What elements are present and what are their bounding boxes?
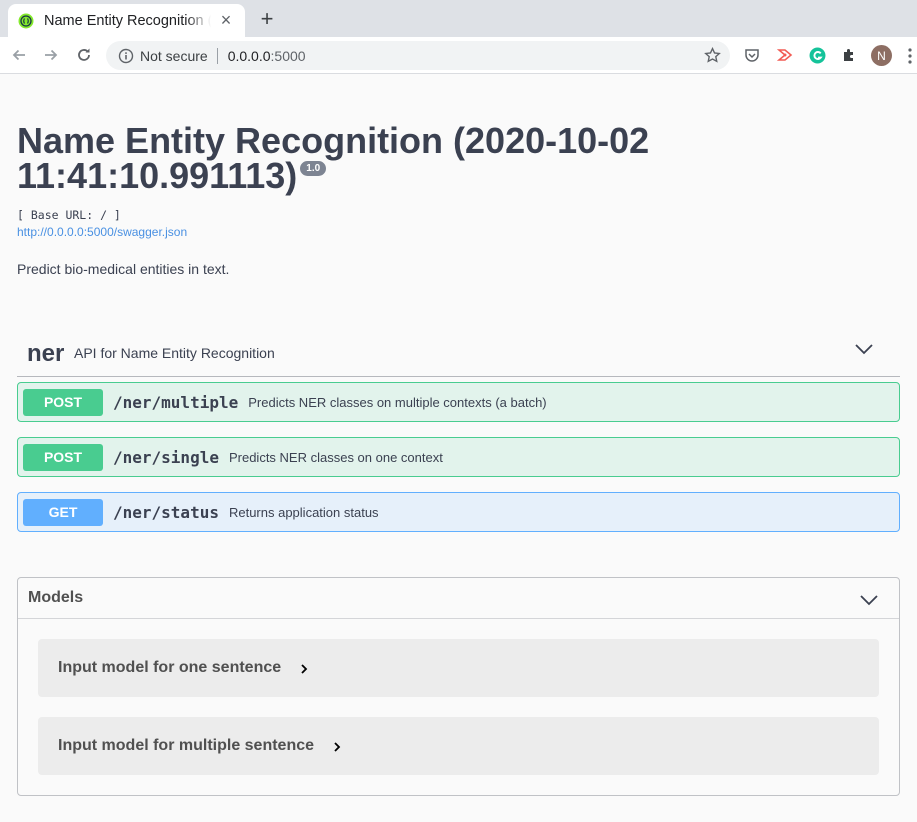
- method-badge[interactable]: GET: [23, 498, 103, 526]
- model-name[interactable]: Input model for one sentence: [58, 659, 281, 677]
- reload-icon[interactable]: [73, 44, 95, 66]
- chevron-right-icon[interactable]: [333, 741, 341, 753]
- url-host: 0.0.0.0: [227, 47, 271, 64]
- operation-path[interactable]: /ner/single: [113, 448, 219, 467]
- pocket-icon[interactable]: [743, 46, 761, 64]
- operation-summary: Predicts NER classes on one context: [228, 449, 443, 465]
- tag-description: API for Name Entity Recognition: [74, 345, 275, 361]
- menu-kebab-icon[interactable]: [907, 47, 913, 65]
- operation-path[interactable]: /ner/status: [113, 503, 219, 522]
- tab-close-icon[interactable]: ×: [217, 10, 235, 30]
- forward-arrow-icon[interactable]: [40, 44, 62, 66]
- api-description: Predict bio-medical entities in text.: [17, 261, 230, 277]
- version-badge: 1.0: [300, 161, 327, 176]
- tag-name[interactable]: ner: [27, 340, 64, 368]
- url-port: :5000: [270, 47, 306, 64]
- model-item[interactable]: Input model for one sentence: [38, 639, 879, 697]
- extensions-puzzle-icon[interactable]: [840, 46, 858, 64]
- address-bar[interactable]: Not secure 0.0.0.0 :5000: [106, 41, 730, 70]
- grammarly-icon[interactable]: [808, 46, 826, 64]
- extension-arrow-icon[interactable]: [776, 46, 794, 64]
- profile-avatar[interactable]: N: [871, 45, 892, 66]
- method-badge[interactable]: POST: [23, 443, 103, 471]
- api-title-text: Name Entity Recognition (2020-10-02 11:4…: [17, 120, 650, 196]
- back-arrow-icon[interactable]: [8, 44, 30, 66]
- operation-path[interactable]: /ner/multiple: [113, 393, 238, 412]
- models-section: Models Input model for one sentence Inpu…: [17, 577, 900, 796]
- method-badge[interactable]: POST: [23, 388, 103, 416]
- chevron-down-icon[interactable]: [854, 342, 874, 356]
- operation-post-ner-multiple[interactable]: POST /ner/multiple Predicts NER classes …: [17, 382, 900, 422]
- chevron-down-icon[interactable]: [859, 593, 879, 607]
- models-header[interactable]: Models: [18, 578, 899, 619]
- browser-toolbar: Not secure 0.0.0.0 :5000 N: [0, 37, 917, 74]
- api-title: Name Entity Recognition (2020-10-02 11:4…: [17, 120, 717, 196]
- chevron-right-icon[interactable]: [300, 663, 308, 675]
- tag-ner-header[interactable]: ner API for Name Entity Recognition: [17, 326, 900, 377]
- bookmark-star-icon[interactable]: [704, 47, 721, 64]
- security-label[interactable]: Not secure: [140, 48, 208, 64]
- operation-get-ner-status[interactable]: GET /ner/status Returns application stat…: [17, 492, 900, 532]
- omnibox-divider: [216, 47, 218, 64]
- operation-summary: Predicts NER classes on multiple context…: [248, 394, 547, 410]
- tab-strip: Name Entity Recognition (2020-10-02 11:4…: [0, 0, 917, 37]
- operation-summary: Returns application status: [228, 504, 379, 520]
- info-icon[interactable]: [118, 48, 134, 64]
- tab-title: Name Entity Recognition (2020-10-02 11:4…: [44, 12, 211, 29]
- globe-favicon-icon: [18, 13, 34, 28]
- model-item[interactable]: Input model for multiple sentence: [38, 717, 879, 775]
- model-name[interactable]: Input model for multiple sentence: [58, 737, 314, 755]
- models-title[interactable]: Models: [28, 589, 83, 607]
- browser-tab[interactable]: Name Entity Recognition (2020-10-02 11:4…: [8, 4, 245, 37]
- new-tab-button[interactable]: +: [256, 8, 278, 30]
- swagger-json-link[interactable]: http://0.0.0.0:5000/swagger.json: [17, 225, 187, 239]
- operation-post-ner-single[interactable]: POST /ner/single Predicts NER classes on…: [17, 437, 900, 477]
- base-url: [ Base URL: / ]: [17, 208, 121, 222]
